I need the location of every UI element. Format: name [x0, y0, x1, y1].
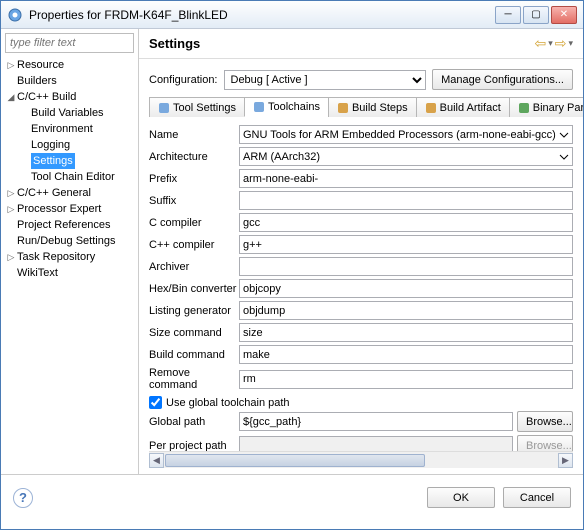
- tab-binary-parsers[interactable]: Binary Parsers: [509, 97, 583, 117]
- tree-item[interactable]: ▷Resource: [5, 57, 134, 73]
- form-area: NameGNU Tools for ARM Embedded Processor…: [139, 117, 583, 451]
- minimize-button[interactable]: ─: [495, 6, 521, 24]
- tree-item[interactable]: Environment: [5, 121, 134, 137]
- cppcompiler-input[interactable]: [239, 235, 573, 254]
- suffix-input[interactable]: [239, 191, 573, 210]
- tree-item[interactable]: ▷Processor Expert: [5, 201, 134, 217]
- scroll-left-icon[interactable]: ◀: [149, 453, 164, 468]
- config-select[interactable]: Debug [ Active ]: [224, 70, 427, 90]
- ccompiler-input[interactable]: [239, 213, 573, 232]
- scroll-right-icon[interactable]: ▶: [558, 453, 573, 468]
- ok-button[interactable]: OK: [427, 487, 495, 508]
- build-label: Build command: [149, 349, 239, 361]
- maximize-button[interactable]: ▢: [523, 6, 549, 24]
- tree-item[interactable]: Settings: [5, 153, 134, 169]
- filter-input[interactable]: [5, 33, 134, 53]
- perproj-input: [239, 436, 513, 451]
- manage-configs-button[interactable]: Manage Configurations...: [432, 69, 573, 90]
- build-input[interactable]: [239, 345, 573, 364]
- app-icon: [7, 7, 23, 23]
- scroll-thumb[interactable]: [165, 454, 425, 467]
- global-input[interactable]: [239, 412, 513, 431]
- tree-item[interactable]: ▷C/C++ General: [5, 185, 134, 201]
- titlebar: Properties for FRDM-K64F_BlinkLED ─ ▢ ✕: [1, 1, 583, 29]
- hex-input[interactable]: [239, 279, 573, 298]
- sidebar: ▷ResourceBuilders◢C/C++ BuildBuild Varia…: [1, 29, 139, 474]
- browse-global-button[interactable]: Browse...: [517, 411, 573, 432]
- perproj-label: Per project path: [149, 440, 239, 452]
- close-button[interactable]: ✕: [551, 6, 577, 24]
- tab-icon: [425, 102, 437, 114]
- hex-label: Hex/Bin converter: [149, 283, 239, 295]
- tab-label: Toolchains: [268, 101, 320, 113]
- tab-build-artifact[interactable]: Build Artifact: [416, 97, 510, 117]
- cancel-button[interactable]: Cancel: [503, 487, 571, 508]
- tab-label: Build Steps: [352, 102, 408, 114]
- tree-item[interactable]: Tool Chain Editor: [5, 169, 134, 185]
- config-label: Configuration:: [149, 74, 218, 86]
- horizontal-scrollbar[interactable]: ◀ ▶: [149, 451, 573, 468]
- tab-label: Build Artifact: [440, 102, 501, 114]
- tab-build-steps[interactable]: Build Steps: [328, 97, 417, 117]
- footer: ? OK Cancel: [1, 474, 583, 520]
- size-label: Size command: [149, 327, 239, 339]
- window-title: Properties for FRDM-K64F_BlinkLED: [29, 8, 495, 22]
- global-label: Global path: [149, 416, 239, 428]
- listing-label: Listing generator: [149, 305, 239, 317]
- ccompiler-label: C compiler: [149, 217, 239, 229]
- forward-icon[interactable]: ⇨: [555, 35, 567, 52]
- tab-toolchains[interactable]: Toolchains: [244, 97, 329, 117]
- tree-item[interactable]: ▷Task Repository: [5, 249, 134, 265]
- tab-icon: [337, 102, 349, 114]
- tab-bar: Tool Settings Toolchains Build Steps Build …: [149, 96, 573, 117]
- browse-perproj-button: Browse...: [517, 435, 573, 451]
- help-icon[interactable]: ?: [13, 488, 33, 508]
- use-global-checkbox[interactable]: [149, 396, 162, 409]
- tree-item[interactable]: Logging: [5, 137, 134, 153]
- nav-tree: ▷ResourceBuilders◢C/C++ BuildBuild Varia…: [5, 57, 134, 281]
- name-select[interactable]: GNU Tools for ARM Embedded Processors (a…: [239, 125, 573, 144]
- tree-item[interactable]: WikiText: [5, 265, 134, 281]
- suffix-label: Suffix: [149, 195, 239, 207]
- page-title: Settings: [149, 36, 534, 51]
- tab-icon: [158, 102, 170, 114]
- use-global-label: Use global toolchain path: [166, 397, 290, 409]
- tree-item[interactable]: Run/Debug Settings: [5, 233, 134, 249]
- prefix-label: Prefix: [149, 173, 239, 185]
- tree-item[interactable]: ◢C/C++ Build: [5, 89, 134, 105]
- tree-item[interactable]: Project References: [5, 217, 134, 233]
- page-header: Settings ⇦ ▾ ⇨ ▾: [139, 29, 583, 59]
- archiver-input[interactable]: [239, 257, 573, 276]
- nav-arrows[interactable]: ⇦ ▾ ⇨ ▾: [534, 35, 573, 52]
- prefix-input[interactable]: [239, 169, 573, 188]
- tab-icon: [253, 101, 265, 113]
- size-input[interactable]: [239, 323, 573, 342]
- back-icon[interactable]: ⇦: [534, 35, 546, 52]
- listing-input[interactable]: [239, 301, 573, 320]
- arch-select[interactable]: ARM (AArch32): [239, 147, 573, 166]
- tab-icon: [518, 102, 530, 114]
- tree-item[interactable]: Build Variables: [5, 105, 134, 121]
- name-label: Name: [149, 129, 239, 141]
- arch-label: Architecture: [149, 151, 239, 163]
- archiver-label: Archiver: [149, 261, 239, 273]
- cppcompiler-label: C++ compiler: [149, 239, 239, 251]
- tree-item[interactable]: Builders: [5, 73, 134, 89]
- tab-tool-settings[interactable]: Tool Settings: [149, 97, 245, 117]
- tab-label: Binary Parsers: [533, 102, 583, 114]
- tab-label: Tool Settings: [173, 102, 236, 114]
- remove-input[interactable]: [239, 370, 573, 389]
- remove-label: Remove command: [149, 367, 239, 391]
